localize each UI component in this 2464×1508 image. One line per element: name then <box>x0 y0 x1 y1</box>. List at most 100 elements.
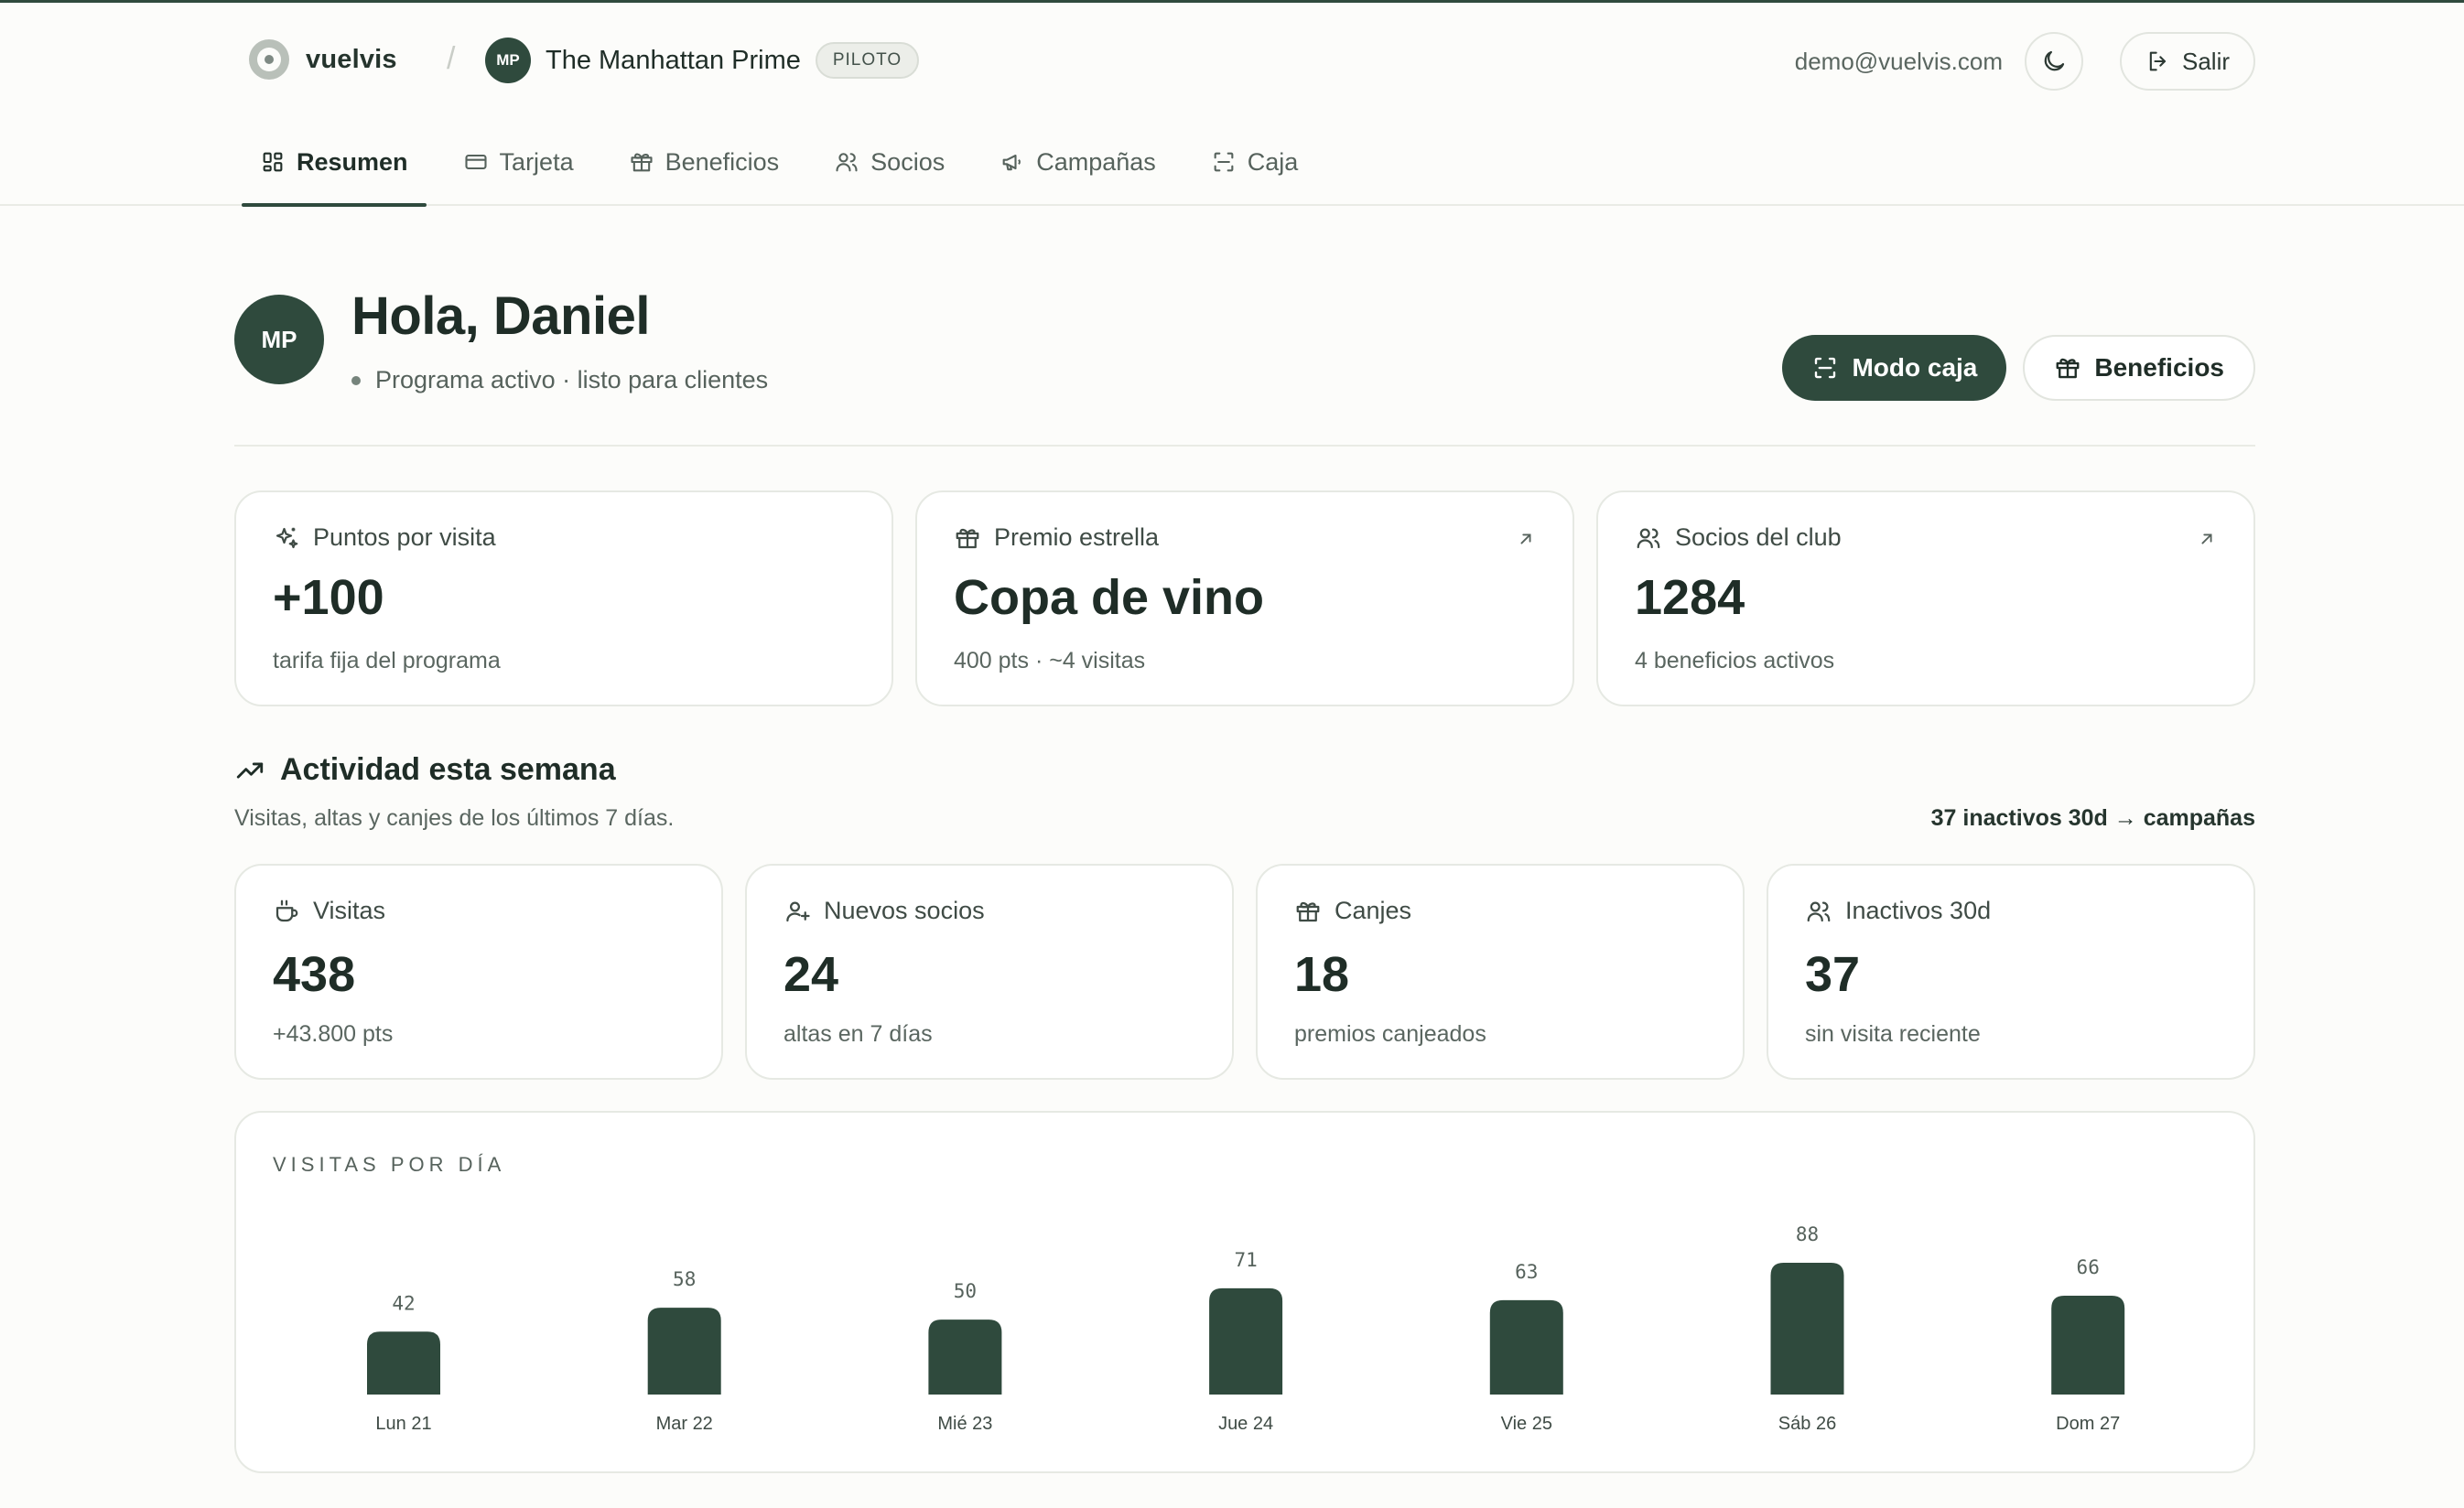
bar-category-label: Mié 23 <box>937 1414 992 1434</box>
card-label: Premio estrella <box>994 523 1160 551</box>
brand[interactable]: vuelvis <box>249 39 397 80</box>
star-prize-card[interactable]: Premio estrella Copa de vino 400 pts · ~… <box>915 490 1574 706</box>
scan-icon <box>1214 152 1234 172</box>
gift-icon <box>1296 901 1320 921</box>
scan-icon <box>1815 357 1836 379</box>
bar-category-label: Lun 21 <box>375 1414 431 1434</box>
arrow-up-right-icon[interactable] <box>1516 529 1536 549</box>
section-divider <box>234 445 2255 447</box>
user-plus-icon <box>786 901 810 921</box>
bar-value-label: 50 <box>954 1280 977 1302</box>
tab-label: Campañas <box>1036 147 1156 176</box>
chart-bar <box>1489 1299 1563 1395</box>
card-subtext: 4 beneficios activos <box>1635 648 1835 673</box>
logout-icon <box>2149 51 2167 71</box>
arrow-up-right-icon[interactable] <box>2197 529 2217 549</box>
gift-icon <box>2056 358 2080 379</box>
theme-toggle-button[interactable] <box>2024 32 2083 91</box>
card-subtext: premios canjeados <box>1294 1021 1486 1047</box>
greeting-avatar: MP <box>234 295 324 384</box>
card-value: 24 <box>784 947 839 1002</box>
gift-icon <box>956 528 979 548</box>
card-header: Premio estrella <box>954 523 1159 552</box>
bar-category-label: Dom 27 <box>2056 1414 2120 1434</box>
tab-label: Resumen <box>297 147 408 176</box>
bar-value-label: 58 <box>673 1268 696 1290</box>
page-title: Hola, Daniel <box>351 286 650 346</box>
club-members-card[interactable]: Socios del club 1284 4 beneficios activo… <box>1596 490 2255 706</box>
card-header: Visitas <box>273 897 385 925</box>
bar-category-label: Jue 24 <box>1218 1414 1273 1434</box>
card-header: Puntos por visita <box>273 523 496 552</box>
users-icon <box>836 153 858 172</box>
status-dot <box>351 375 361 385</box>
megaphone-icon <box>1002 154 1021 171</box>
new-members-stat-card: Nuevos socios 24 altas en 7 días <box>745 864 1234 1080</box>
bar-value-label: 63 <box>1515 1261 1538 1283</box>
beneficios-button[interactable]: Beneficios <box>2023 335 2255 401</box>
card-label: Visitas <box>313 897 386 924</box>
card-label: Nuevos socios <box>824 897 985 924</box>
tab-socios[interactable]: Socios <box>816 120 963 204</box>
dashboard-icon <box>263 152 283 172</box>
tab-tarjeta[interactable]: Tarjeta <box>445 120 592 204</box>
visits-per-day-chart-card: VISITAS POR DÍA 42 Lun 21 58 Mar 22 50 Mié 23… <box>234 1111 2255 1473</box>
card-value: Copa de vino <box>954 570 1265 625</box>
header-user-area: demo@vuelvis.com Salir <box>1795 32 2255 91</box>
modo-caja-button[interactable]: Modo caja <box>1782 335 2007 401</box>
moon-icon <box>2044 50 2065 71</box>
tab-label: Caja <box>1247 147 1299 176</box>
tab-label: Socios <box>870 147 946 176</box>
chart-bar <box>1209 1287 1283 1395</box>
card-value: +100 <box>273 570 384 625</box>
chart-bar <box>647 1308 721 1395</box>
trending-up-icon <box>236 762 264 778</box>
bar-category-label: Mar 22 <box>656 1414 713 1434</box>
card-value: 37 <box>1805 947 1861 1002</box>
bar-category-label: Vie 25 <box>1501 1414 1552 1434</box>
breadcrumb-separator: / <box>447 41 456 76</box>
tab-resumen[interactable]: Resumen <box>242 120 427 207</box>
logout-button[interactable]: Salir <box>2119 32 2255 91</box>
bar-category-label: Sáb 26 <box>1778 1414 1836 1434</box>
bar-value-label: 42 <box>392 1292 415 1314</box>
inactive-campaigns-link[interactable]: 37 inactivos 30d → campañas <box>1931 805 2255 832</box>
page-actions: Modo caja Beneficios <box>1782 335 2255 401</box>
bar-value-label: 66 <box>2077 1256 2100 1278</box>
card-header: Canjes <box>1294 897 1411 925</box>
card-label: Puntos por visita <box>313 523 496 551</box>
brand-name: vuelvis <box>306 44 397 74</box>
activity-title-text: Actividad esta semana <box>280 752 616 787</box>
card-label: Socios del club <box>1675 523 1842 551</box>
chart-bar <box>367 1331 440 1395</box>
card-label: Canjes <box>1335 897 1412 924</box>
card-subtext: altas en 7 días <box>784 1021 933 1047</box>
card-header: Nuevos socios <box>784 897 985 925</box>
card-label: Inactivos 30d <box>1845 897 1992 924</box>
tab-label: Tarjeta <box>499 147 574 176</box>
card-subtext: sin visita reciente <box>1805 1021 1981 1047</box>
logout-label: Salir <box>2181 47 2230 75</box>
tab-caja[interactable]: Caja <box>1193 120 1317 204</box>
brand-logo-icon <box>249 39 289 80</box>
card-header: Inactivos 30d <box>1805 897 1991 925</box>
card-subtext: +43.800 pts <box>273 1021 394 1047</box>
gift-icon <box>631 153 653 172</box>
chart-bar <box>1770 1263 1844 1395</box>
app-header: vuelvis / MP The Manhattan Prime PILOTO … <box>0 3 2464 207</box>
program-status-text: Programa activo · listo para clientes <box>375 366 769 393</box>
activity-section-title: Actividad esta semana <box>234 752 616 788</box>
visits-stat-card: Visitas 438 +43.800 pts <box>234 864 723 1080</box>
cup-icon <box>276 899 298 921</box>
tab-beneficios[interactable]: Beneficios <box>611 120 798 204</box>
tab-campanas[interactable]: Campañas <box>981 120 1174 204</box>
visits-bar-chart: 42 Lun 21 58 Mar 22 50 Mié 23 71 Jue 24 63 Vie 25… <box>367 1223 2125 1434</box>
bar-value-label: 71 <box>1234 1249 1257 1271</box>
card-subtext: 400 pts · ~4 visitas <box>954 648 1146 673</box>
modo-caja-label: Modo caja <box>1852 353 1978 382</box>
card-value: 438 <box>273 947 356 1002</box>
business-switcher[interactable]: MP The Manhattan Prime PILOTO <box>485 38 920 83</box>
tab-label: Beneficios <box>665 147 780 176</box>
card-value: 1284 <box>1635 570 1745 625</box>
program-status: Programa activo · listo para clientes <box>351 366 768 394</box>
